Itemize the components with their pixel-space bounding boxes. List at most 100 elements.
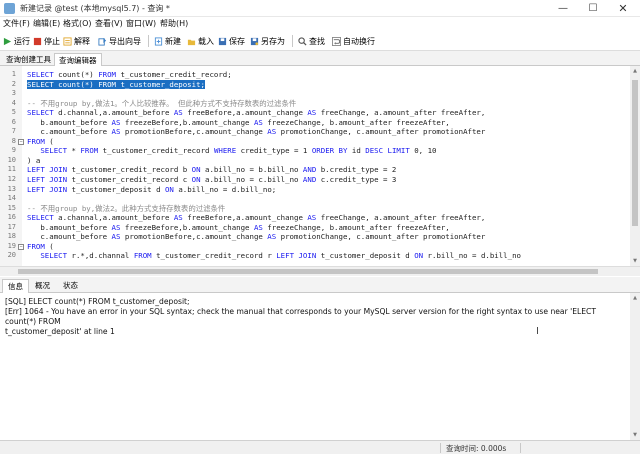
line-number: 19 [7, 241, 16, 250]
line-number: 18 [7, 232, 16, 241]
close-button[interactable]: ✕ [608, 0, 638, 17]
line-number: 1 [11, 70, 16, 78]
find-label: 查找 [309, 36, 325, 46]
scroll-down-arrow-icon[interactable]: ▼ [631, 257, 639, 265]
menu-bar: 文件(F) 编辑(E) 格式(O) 查看(V) 窗口(W) 帮助(H) [0, 17, 640, 31]
code-line: 19− FROM ( [0, 242, 630, 252]
window-title: 新建记录 @test (本地mysql5.7) - 查询 * [20, 4, 170, 13]
word-wrap-label: 自动换行 [343, 36, 375, 46]
line-number: 10 [7, 155, 16, 164]
code-text: SELECT count(*) FROM t_customer_credit_r… [27, 70, 232, 79]
message-error-line: [Err] 1064 - You have an error in your S… [5, 307, 596, 326]
result-tabs: 信息 概况 状态 [0, 277, 640, 293]
explain-button[interactable]: 解释 [63, 34, 90, 48]
message-panel[interactable]: [SQL] ELECT count(*) FROM t_customer_dep… [0, 293, 630, 440]
sql-editor[interactable]: 1 SELECT count(*) FROM t_customer_credit_… [0, 66, 640, 266]
tab-profile[interactable]: 概况 [30, 279, 55, 293]
run-label: 运行 [14, 36, 30, 46]
scroll-thumb[interactable] [18, 269, 598, 274]
message-sql-line: [SQL] ELECT count(*) FROM t_customer_dep… [5, 297, 190, 306]
tab-query-editor[interactable]: 查询编辑器 [54, 53, 102, 66]
menu-help[interactable]: 帮助(H) [160, 18, 188, 29]
editor-horizontal-scrollbar[interactable] [0, 266, 640, 276]
save-as-icon [250, 37, 259, 45]
new-button[interactable]: 新建 [154, 34, 181, 48]
app-icon [4, 3, 15, 14]
code-line: 5 SELECT d.channal,a.amount_before AS fre… [0, 108, 630, 118]
code-line: 17 b.amount_before AS freezeBefore,b.amo… [0, 223, 630, 233]
line-number: 6 [11, 117, 16, 126]
editor-vertical-scrollbar[interactable]: ▲ ▼ [630, 66, 640, 266]
word-wrap-button[interactable]: 自动换行 [332, 34, 375, 48]
menu-format[interactable]: 格式(O) [63, 18, 92, 29]
code-text: LEFT JOIN t_customer_credit_record b ON … [27, 165, 397, 175]
status-divider [440, 443, 441, 453]
menu-view[interactable]: 查看(V) [95, 18, 123, 29]
save-as-button[interactable]: 另存为 [250, 34, 285, 48]
code-line: 12 LEFT JOIN t_customer_credit_record c O… [0, 175, 630, 185]
code-text: SELECT r.*,d.channal FROM t_customer_cre… [40, 251, 521, 261]
line-number: 17 [7, 222, 16, 231]
minimize-button[interactable]: — [548, 0, 578, 17]
message-vertical-scrollbar[interactable]: ▲ ▼ [630, 293, 640, 440]
line-number: 8 [11, 136, 16, 145]
run-icon [3, 37, 12, 45]
code-text: SELECT a.channal,a.amount_before AS free… [27, 213, 486, 223]
toolbar-divider [148, 35, 149, 47]
code-text: c.amount_before AS promotionBefore,c.amo… [27, 127, 486, 137]
save-icon [218, 37, 227, 45]
code-text: LEFT JOIN t_customer_credit_record c ON … [27, 175, 397, 185]
tab-message[interactable]: 信息 [2, 279, 29, 293]
code-text: b.amount_before AS freezeBefore,b.amount… [27, 222, 450, 232]
line-number: 3 [11, 89, 16, 98]
wrap-icon [332, 36, 341, 46]
tab-status[interactable]: 状态 [58, 279, 83, 293]
scroll-down-arrow-icon[interactable]: ▼ [631, 431, 639, 439]
code-comment: -- 不用group by,做法2。此种方式支持存数表的过滤条件 [27, 203, 226, 213]
find-icon [298, 36, 307, 46]
code-line: 7 c.amount_before AS promotionBefore,c.a… [0, 127, 630, 137]
menu-edit[interactable]: 编辑(E) [33, 18, 60, 29]
save-button[interactable]: 保存 [218, 34, 245, 48]
line-number: 7 [11, 127, 16, 136]
status-divider [520, 443, 521, 453]
code-text: FROM ( [27, 241, 54, 251]
code-line: 20 SELECT r.*,d.channal FROM t_customer_… [0, 251, 630, 261]
toolbar: 运行 停止 解释 导出向导 新建 载入 保存 另存为 查找 自动换行 [0, 31, 640, 51]
code-text: c.amount_before AS promotionBefore,c.amo… [27, 232, 486, 242]
find-button[interactable]: 查找 [298, 34, 325, 48]
menu-window[interactable]: 窗口(W) [126, 18, 156, 29]
run-button[interactable]: 运行 [3, 34, 30, 48]
line-number: 20 [7, 251, 16, 260]
export-wizard-label: 导出向导 [109, 36, 141, 46]
menu-file[interactable]: 文件(F) [3, 18, 30, 29]
code-text: b.amount_before AS freezeBefore,b.amount… [27, 117, 450, 127]
code-line: 8− FROM ( [0, 137, 630, 147]
code-line: 9 SELECT * FROM t_customer_credit_record… [0, 146, 630, 156]
line-number: 13 [7, 184, 16, 193]
code-line: 10) a [0, 156, 630, 166]
stop-button[interactable]: 停止 [33, 34, 60, 48]
scroll-thumb[interactable] [632, 80, 638, 226]
scroll-up-arrow-icon[interactable]: ▲ [631, 67, 639, 75]
code-line: 4 -- 不用group by,做法1。个人比较推荐。 但此种方式不支持存数表的过… [0, 99, 630, 109]
status-bar: 查询时间: 0.000s [0, 440, 640, 454]
line-number: 2 [11, 79, 16, 88]
code-comment: -- 不用group by,做法1。个人比较推荐。 但此种方式不支持存数表的过滤… [27, 98, 297, 108]
stop-label: 停止 [44, 36, 60, 46]
code-text: SELECT * FROM t_customer_credit_record W… [40, 146, 437, 156]
new-label: 新建 [165, 36, 181, 46]
export-icon [98, 37, 107, 46]
code-text: LEFT JOIN t_customer_deposit d ON a.bill… [27, 184, 277, 194]
fold-toggle[interactable]: − [18, 138, 24, 145]
load-label: 载入 [198, 36, 214, 46]
editor-tabs: 查询创建工具 查询编辑器 [0, 51, 640, 66]
tab-query-builder[interactable]: 查询创建工具 [2, 53, 55, 66]
text-cursor-icon: I [536, 326, 539, 337]
export-wizard-button[interactable]: 导出向导 [98, 34, 141, 48]
maximize-button[interactable]: ☐ [578, 0, 608, 17]
scroll-up-arrow-icon[interactable]: ▲ [631, 294, 639, 302]
stop-icon [33, 37, 42, 45]
load-button[interactable]: 载入 [187, 34, 214, 48]
fold-toggle[interactable]: − [18, 243, 24, 250]
